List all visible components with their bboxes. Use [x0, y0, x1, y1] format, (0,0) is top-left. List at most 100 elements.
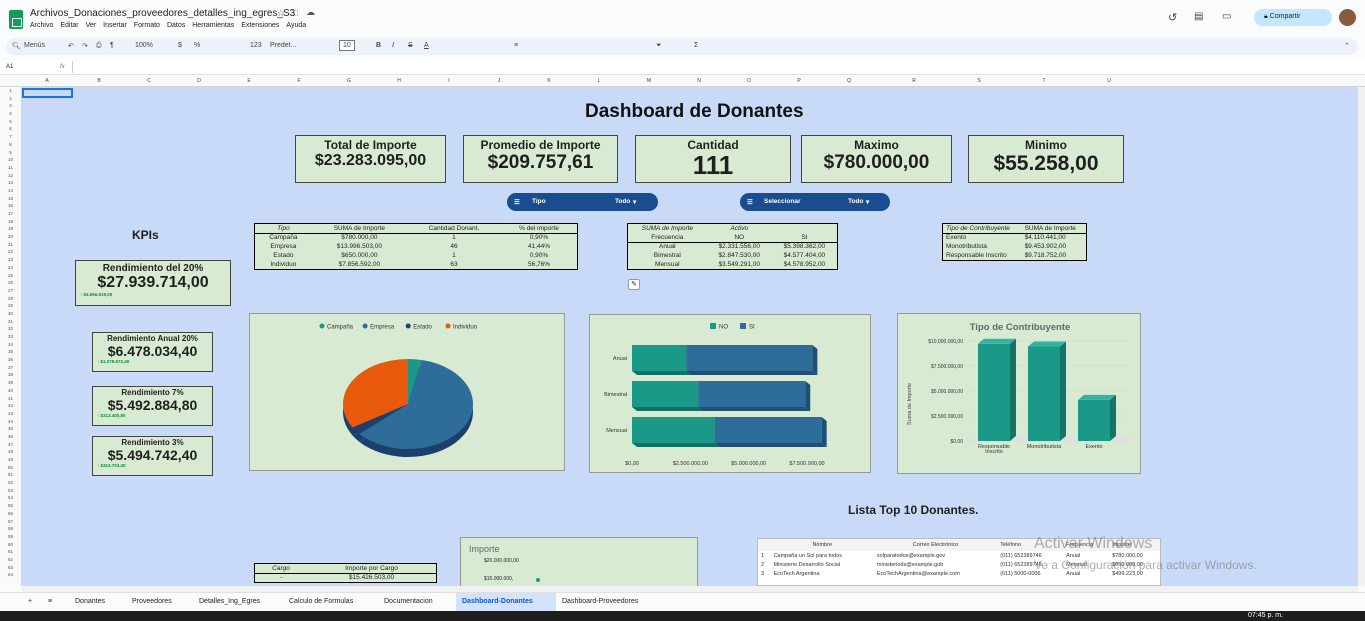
share-button[interactable]: 🔒︎ Compartir	[1254, 9, 1332, 26]
row-header[interactable]: 44	[0, 418, 21, 426]
row-header[interactable]: 7	[0, 133, 21, 141]
row-header[interactable]: 18	[0, 218, 21, 226]
all-sheets-icon[interactable]: ≡	[48, 598, 52, 605]
redo-icon[interactable]: ↷	[82, 42, 88, 50]
column-header[interactable]: T	[1019, 78, 1069, 84]
filter-seleccionar[interactable]: ☰ Seleccionar Todo ▾	[740, 193, 890, 211]
sheet-grid[interactable]: Dashboard de Donantes Total de Importe $2…	[22, 87, 1358, 586]
column-header[interactable]: H	[374, 78, 424, 84]
percent-icon[interactable]: %	[194, 42, 200, 49]
row-header[interactable]: 12	[0, 172, 21, 180]
tab-calculo[interactable]: Calculo de Formulas	[289, 598, 353, 605]
row-header[interactable]: 37	[0, 364, 21, 372]
row-header[interactable]: 64	[0, 571, 21, 579]
row-header[interactable]: 56	[0, 510, 21, 518]
row-header[interactable]: 30	[0, 310, 21, 318]
meet-icon[interactable]: ▭	[1222, 11, 1231, 22]
row-header[interactable]: 54	[0, 494, 21, 502]
column-header[interactable]: G	[324, 78, 374, 84]
row-header[interactable]: 29	[0, 302, 21, 310]
row-header[interactable]: 2	[0, 95, 21, 103]
row-header[interactable]: 45	[0, 425, 21, 433]
row-header[interactable]: 26	[0, 279, 21, 287]
bold-icon[interactable]: B	[376, 42, 381, 49]
avatar[interactable]	[1339, 9, 1356, 26]
selected-cell[interactable]	[22, 88, 73, 98]
row-header[interactable]: 46	[0, 433, 21, 441]
currency-icon[interactable]: $	[178, 42, 182, 49]
row-header[interactable]: 10	[0, 156, 21, 164]
row-header[interactable]: 14	[0, 187, 21, 195]
column-header[interactable]: O	[724, 78, 774, 84]
menu-ayuda[interactable]: Ayuda	[286, 22, 306, 29]
row-header[interactable]: 63	[0, 564, 21, 572]
row-header[interactable]: 50	[0, 464, 21, 472]
row-header[interactable]: 51	[0, 471, 21, 479]
column-header[interactable]: N	[674, 78, 724, 84]
comments-icon[interactable]: ▤	[1194, 11, 1203, 22]
edit-pencil-icon[interactable]: ✎	[628, 279, 640, 290]
row-header[interactable]: 21	[0, 241, 21, 249]
column-header[interactable]: A	[22, 78, 72, 84]
name-box[interactable]: A1	[6, 64, 13, 70]
row-header[interactable]: 15	[0, 195, 21, 203]
row-header[interactable]: 47	[0, 441, 21, 449]
row-header[interactable]: 32	[0, 325, 21, 333]
menu-herramientas[interactable]: Herramientas	[192, 22, 234, 29]
row-header[interactable]: 24	[0, 264, 21, 272]
row-header[interactable]: 13	[0, 179, 21, 187]
column-chart[interactable]: Tipo de Contribuyente Suma de Importe $1…	[897, 313, 1141, 474]
column-header[interactable]: U	[1084, 78, 1134, 84]
paint-format-icon[interactable]: ¶	[110, 42, 114, 49]
collapse-icon[interactable]: ⌃	[1344, 42, 1350, 50]
menu-editar[interactable]: Editar	[60, 22, 78, 29]
row-header[interactable]: 62	[0, 556, 21, 564]
search-icon[interactable]: 🔍︎	[12, 42, 21, 50]
vertical-scrollbar[interactable]	[1358, 87, 1365, 586]
zoom-select[interactable]: 100%	[135, 42, 153, 49]
row-header[interactable]: 1	[0, 87, 21, 95]
row-header[interactable]: 55	[0, 502, 21, 510]
row-header[interactable]: 41	[0, 395, 21, 403]
row-header[interactable]: 61	[0, 548, 21, 556]
column-header[interactable]: S	[954, 78, 1004, 84]
menus-search[interactable]: Menús	[24, 42, 45, 49]
tab-dashboard-proveedores[interactable]: Dashboard-Proveedores	[562, 598, 638, 605]
row-header[interactable]: 48	[0, 448, 21, 456]
row-header[interactable]: 5	[0, 118, 21, 126]
row-header[interactable]: 43	[0, 410, 21, 418]
column-header[interactable]: D	[174, 78, 224, 84]
row-header[interactable]: 8	[0, 141, 21, 149]
row-header[interactable]: 28	[0, 295, 21, 303]
document-title[interactable]: Archivos_Donaciones_proveedores_detalles…	[30, 8, 295, 19]
row-header[interactable]: 20	[0, 233, 21, 241]
row-header[interactable]: 25	[0, 272, 21, 280]
filter-icon[interactable]: ⏷	[656, 42, 662, 50]
column-header[interactable]: C	[124, 78, 174, 84]
italic-icon[interactable]: I	[392, 42, 394, 49]
star-icon[interactable]: ☆	[277, 8, 285, 19]
column-header[interactable]: P	[774, 78, 824, 84]
number-format[interactable]: 123	[250, 42, 262, 49]
row-header[interactable]: 11	[0, 164, 21, 172]
menu-insertar[interactable]: Insertar	[103, 22, 127, 29]
row-header[interactable]: 60	[0, 541, 21, 549]
move-icon[interactable]: ⬚	[291, 8, 299, 17]
print-icon[interactable]: ⎙	[96, 42, 102, 50]
column-header[interactable]: B	[74, 78, 124, 84]
strike-icon[interactable]: S	[408, 42, 413, 49]
menu-archivo[interactable]: Archivo	[30, 22, 53, 29]
tab-dashboard-donantes[interactable]: Dashboard-Donantes	[462, 598, 533, 605]
row-header[interactable]: 3	[0, 102, 21, 110]
row-header[interactable]: 16	[0, 202, 21, 210]
column-header[interactable]: F	[274, 78, 324, 84]
row-header[interactable]: 34	[0, 341, 21, 349]
menu-extensiones[interactable]: Extensiones	[241, 22, 279, 29]
column-header[interactable]: Q	[824, 78, 874, 84]
row-header[interactable]: 6	[0, 125, 21, 133]
tab-donantes[interactable]: Donantes	[75, 598, 105, 605]
pie-chart[interactable]: Campaña Empresa Estado Individuo	[249, 313, 565, 471]
history-icon[interactable]: ↺	[1168, 11, 1177, 24]
font-size-input[interactable]: 10	[339, 40, 355, 51]
row-header[interactable]: 42	[0, 402, 21, 410]
